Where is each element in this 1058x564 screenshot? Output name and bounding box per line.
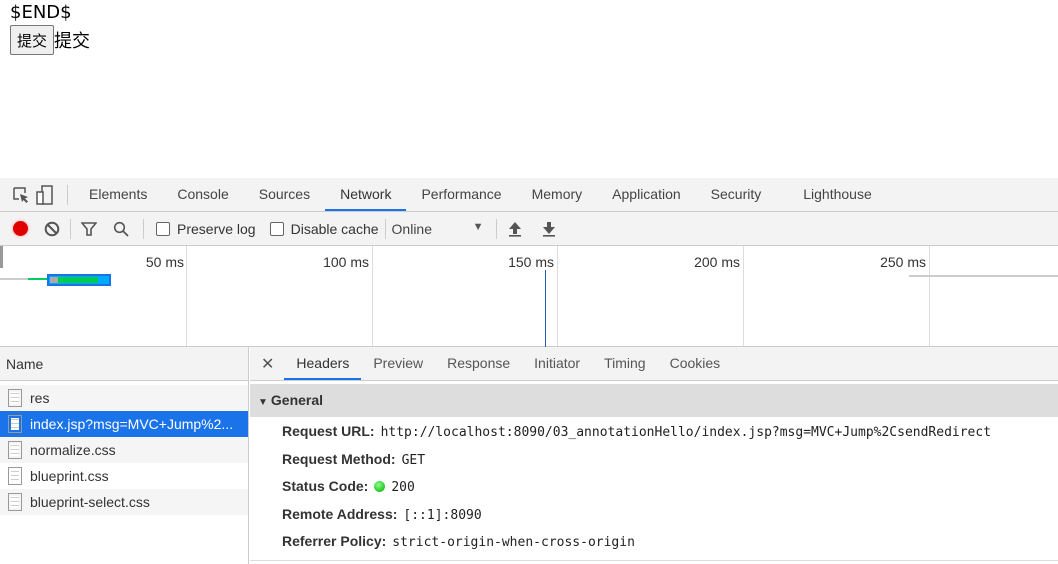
request-url-row: Request URL: http://localhost:8090/03_ann…	[250, 418, 1058, 446]
record-button[interactable]	[8, 217, 32, 241]
selected-request-bar	[47, 274, 111, 286]
request-name: blueprint.css	[30, 468, 109, 484]
tab-timing[interactable]: Timing	[592, 347, 658, 380]
overview-handle[interactable]	[0, 246, 3, 268]
field-value: http://localhost:8090/03_annotationHello…	[380, 425, 992, 440]
search-icon[interactable]	[109, 217, 133, 241]
request-row[interactable]: normalize.css	[0, 437, 248, 463]
status-code-row: Status Code: 200	[250, 473, 1058, 501]
tab-memory[interactable]: Memory	[517, 178, 598, 211]
request-details: ✕ Headers Preview Response Initiator Tim…	[250, 347, 1058, 564]
tab-network[interactable]: Network	[325, 178, 407, 211]
request-name: res	[30, 390, 50, 406]
throttling-value: Online	[391, 220, 432, 237]
divider	[384, 218, 386, 239]
referrer-policy-row: Referrer Policy: strict-origin-when-cross…	[250, 528, 1058, 556]
gridline	[372, 246, 373, 346]
tick-label: 200 ms	[694, 254, 740, 270]
devtools-tabbar: Elements Console Sources Network Perform…	[0, 178, 1058, 212]
tab-application[interactable]: Application	[597, 178, 696, 211]
field-key: Remote Address:	[282, 505, 398, 522]
tab-performance[interactable]: Performance	[406, 178, 516, 211]
tab-lighthouse[interactable]: Lighthouse	[788, 178, 887, 211]
tab-preview[interactable]: Preview	[361, 347, 435, 380]
section-title: General	[270, 392, 324, 408]
tab-headers[interactable]: Headers	[284, 347, 362, 380]
request-row[interactable]: blueprint-select.css	[0, 489, 248, 515]
field-key: Referrer Policy:	[282, 533, 387, 549]
remote-address-row: Remote Address: [::1]:8090	[250, 501, 1058, 529]
divider	[67, 184, 68, 205]
tab-cookies[interactable]: Cookies	[658, 347, 733, 380]
field-value: [::1]:8090	[403, 507, 482, 523]
disable-cache-label: Disable cache	[290, 220, 379, 237]
request-name: index.jsp?msg=MVC+Jump%2...	[30, 416, 234, 432]
field-key: Status Code:	[282, 478, 369, 494]
status-ok-icon	[374, 481, 386, 492]
name-column-header[interactable]: Name	[0, 347, 248, 381]
device-toolbar-icon[interactable]	[33, 183, 57, 207]
export-har-icon[interactable]	[537, 217, 561, 241]
submit-button[interactable]: 提交	[10, 25, 55, 55]
field-value: strict-origin-when-cross-origin	[392, 535, 635, 550]
page-content: $END$ 提交 提交	[10, 2, 90, 55]
gridline	[743, 246, 744, 346]
tick-label: 150 ms	[508, 254, 554, 270]
close-icon[interactable]: ✕	[250, 354, 284, 374]
divider	[143, 218, 144, 239]
dom-content-loaded-marker	[545, 270, 546, 347]
tab-console[interactable]: Console	[162, 178, 243, 211]
divider	[70, 218, 71, 239]
tab-elements[interactable]: Elements	[74, 178, 162, 211]
tick-label: 100 ms	[323, 254, 369, 270]
filter-icon[interactable]	[77, 217, 101, 241]
tab-response[interactable]: Response	[435, 347, 522, 380]
field-key: Request URL:	[282, 423, 375, 439]
throttling-select[interactable]: Online ▼	[392, 221, 484, 237]
preserve-log-label: Preserve log	[177, 220, 256, 237]
request-name: blueprint-select.css	[30, 494, 150, 510]
general-section-header[interactable]: ▼ General	[250, 384, 1058, 417]
network-bottom: Name res index.jsp?msg=MVC+Jump%2... nor…	[0, 347, 1058, 564]
gridline	[929, 246, 930, 346]
request-bar	[909, 275, 1058, 277]
file-icon	[8, 415, 22, 433]
field-value: GET	[401, 452, 426, 468]
field-value: 200	[391, 480, 415, 495]
request-row[interactable]: blueprint.css	[0, 463, 248, 489]
request-bar	[28, 278, 48, 280]
import-har-icon[interactable]	[503, 217, 527, 241]
request-name: normalize.css	[30, 442, 116, 458]
tab-security[interactable]: Security	[696, 178, 777, 211]
triangle-down-icon: ▼	[258, 397, 268, 408]
timeline-overview[interactable]: 50 ms 100 ms 150 ms 200 ms 250 ms	[0, 246, 1058, 347]
tick-label: 250 ms	[880, 254, 926, 270]
disable-cache-checkbox[interactable]	[269, 221, 284, 236]
submit-text: 提交	[54, 31, 91, 52]
file-icon	[8, 389, 22, 407]
request-method-row: Request Method: GET	[250, 446, 1058, 474]
file-icon	[8, 493, 22, 511]
request-row[interactable]: res	[0, 385, 248, 411]
tab-initiator[interactable]: Initiator	[522, 347, 592, 380]
field-key: Request Method:	[282, 450, 396, 467]
preserve-log-checkbox[interactable]	[156, 221, 170, 236]
request-row-selected[interactable]: index.jsp?msg=MVC+Jump%2...	[0, 411, 248, 437]
clear-icon[interactable]	[40, 217, 64, 241]
gridline	[557, 246, 558, 346]
inspect-element-icon[interactable]	[9, 183, 33, 207]
file-icon	[8, 467, 22, 485]
request-bar	[0, 278, 28, 280]
file-icon	[8, 441, 22, 459]
divider	[495, 218, 497, 239]
tick-label: 50 ms	[145, 254, 184, 270]
gridline	[186, 246, 187, 346]
tab-sources[interactable]: Sources	[244, 178, 325, 211]
network-toolbar: Preserve log Disable cache Online ▼	[0, 212, 1058, 246]
page-text: $END$	[10, 2, 72, 23]
chevron-down-icon: ▼	[472, 220, 484, 233]
request-list: Name res index.jsp?msg=MVC+Jump%2... nor…	[0, 347, 249, 564]
devtools-panel: Elements Console Sources Network Perform…	[0, 178, 1058, 564]
details-tabbar: ✕ Headers Preview Response Initiator Tim…	[250, 347, 1058, 381]
